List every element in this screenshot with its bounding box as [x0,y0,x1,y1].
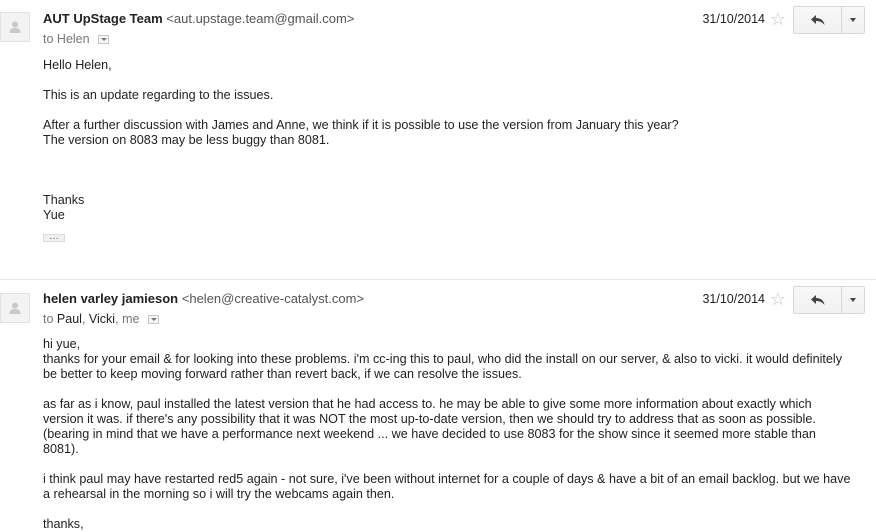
recipient-paul[interactable]: Paul [57,312,82,326]
message-1: AUT UpStage Team <aut.upstage.team@gmail… [0,0,876,278]
more-options-button[interactable] [841,286,865,314]
body-paragraph: i think paul may have restarted red5 aga… [43,472,851,501]
body-line: Thanks [43,193,85,207]
message-date[interactable]: 31/10/2014 [702,12,765,26]
show-details-toggle[interactable] [98,35,110,44]
recipients-line: to Paul, Vicki, me [43,312,159,326]
message-date[interactable]: 31/10/2014 [702,292,765,306]
sender-avatar[interactable] [0,293,30,323]
chevron-down-icon [850,18,856,22]
star-icon[interactable]: ☆ [769,290,787,308]
show-details-toggle[interactable] [147,315,159,324]
message-body: hi yue, thanks for your email & for look… [43,337,853,532]
body-paragraph: as far as i know, paul installed the lat… [43,397,816,456]
sender-name[interactable]: helen varley jamieson [43,291,178,306]
sender-line: helen varley jamieson <helen@creative-ca… [43,291,364,306]
to-label: to [43,312,54,326]
sender-name[interactable]: AUT UpStage Team [43,11,163,26]
reply-icon [810,295,824,305]
more-options-button[interactable] [841,6,865,34]
recipients-line: to Helen [43,32,110,46]
body-line: The version on 8083 may be less buggy th… [43,133,330,147]
sender-avatar[interactable] [0,12,30,42]
show-trimmed-content-button[interactable]: … [43,232,65,242]
body-line: Yue [43,208,65,222]
email-thread: AUT UpStage Team <aut.upstage.team@gmail… [0,0,876,532]
body-paragraph: thanks for your email & for looking into… [43,352,842,381]
message-body: Hello Helen, This is an update regarding… [43,58,853,223]
sender-email: <helen@creative-catalyst.com> [181,291,365,306]
body-line: This is an update regarding to the issue… [43,88,274,102]
recipient-vicki[interactable]: Vicki [89,312,115,326]
person-icon [9,302,21,314]
reply-button[interactable] [793,6,842,34]
reply-icon [810,15,824,25]
reply-button[interactable] [793,286,842,314]
to-label: to [43,32,54,46]
body-line: After a further discussion with James an… [43,118,679,132]
recipient-me[interactable]: me [122,312,139,326]
body-line: thanks, [43,517,84,531]
sender-line: AUT UpStage Team <aut.upstage.team@gmail… [43,11,354,26]
body-line: hi yue, [43,337,81,351]
recipient-helen[interactable]: Helen [57,32,90,46]
sender-email: <aut.upstage.team@gmail.com> [166,11,355,26]
star-icon[interactable]: ☆ [769,10,787,28]
chevron-down-icon [850,298,856,302]
message-2: helen varley jamieson <helen@creative-ca… [0,279,876,532]
person-icon [9,21,21,33]
body-line: Hello Helen, [43,58,112,72]
